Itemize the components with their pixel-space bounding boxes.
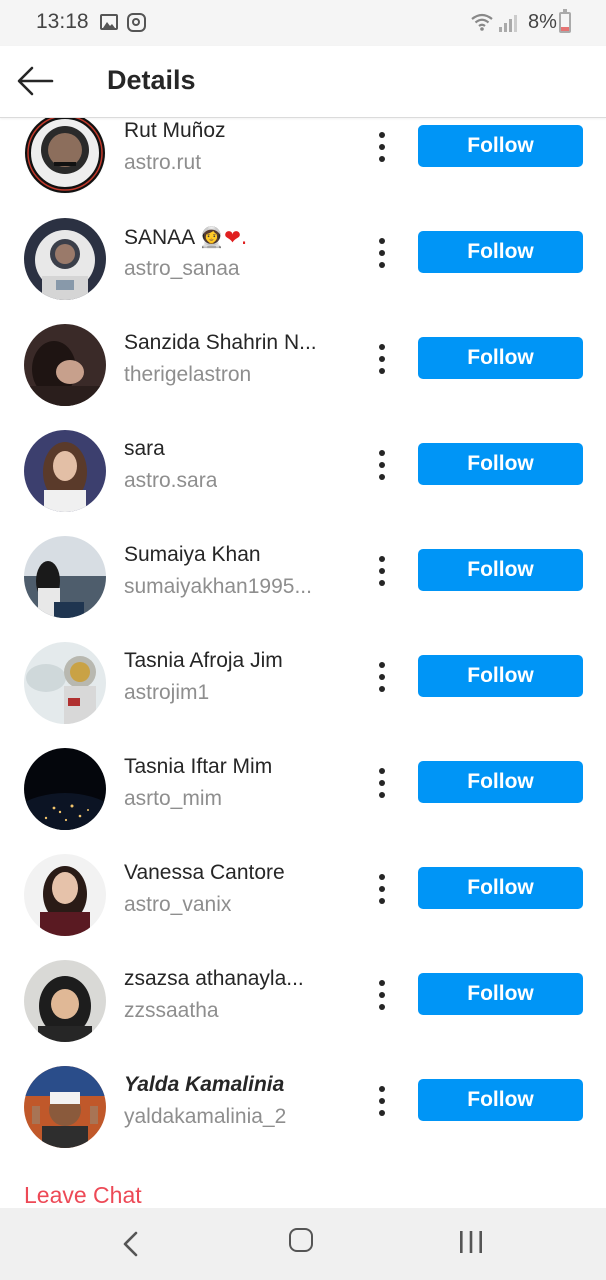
list-item: Tasnia Iftar Mim asrto_mim Follow	[0, 748, 606, 854]
instagram-icon	[127, 13, 146, 32]
nav-back-icon[interactable]	[120, 1230, 142, 1258]
member-username: astro.sara	[124, 469, 218, 492]
gallery-icon	[100, 14, 118, 30]
member-username: yaldakamalinia_2	[124, 1105, 287, 1128]
more-options-icon[interactable]	[372, 344, 392, 374]
members-list: Rut Muñoz astro.rut Follow SANAA 👩‍🚀❤. as…	[0, 118, 606, 1208]
avatar[interactable]	[24, 1066, 106, 1148]
follow-button[interactable]: Follow	[418, 337, 583, 379]
list-item: Rut Muñoz astro.rut Follow	[0, 118, 606, 218]
more-options-icon[interactable]	[372, 450, 392, 480]
emoji-decoration: 👩‍🚀❤.	[199, 225, 248, 249]
leave-chat-button[interactable]: Leave Chat	[24, 1182, 142, 1209]
avatar[interactable]	[24, 218, 106, 300]
avatar[interactable]	[24, 642, 106, 724]
list-item: Tasnia Afroja Jim astrojim1 Follow	[0, 642, 606, 748]
page-title: Details	[107, 65, 196, 95]
avatar[interactable]	[24, 854, 106, 936]
more-options-icon[interactable]	[372, 238, 392, 268]
member-username: astro.rut	[124, 151, 202, 174]
member-name: Sanzida Shahrin N...	[124, 331, 317, 354]
follow-button[interactable]: Follow	[418, 443, 583, 485]
more-options-icon[interactable]	[372, 768, 392, 798]
avatar[interactable]	[24, 748, 106, 830]
member-username: asrto_mim	[124, 787, 223, 810]
list-item: SANAA 👩‍🚀❤. astro_sanaa Follow	[0, 218, 606, 324]
list-item: Vanessa Cantore astro_vanix Follow	[0, 854, 606, 960]
status-bar: 13:18 8%	[0, 0, 606, 46]
member-username: sumaiyakhan1995...	[124, 575, 312, 598]
battery-percentage: 8%	[528, 11, 557, 33]
member-name: Sumaiya Khan	[124, 543, 261, 566]
follow-button[interactable]: Follow	[418, 867, 583, 909]
nav-recent-apps-icon[interactable]	[458, 1230, 484, 1254]
battery-icon	[559, 9, 571, 33]
more-options-icon[interactable]	[372, 132, 392, 162]
member-name: Rut Muñoz	[124, 119, 226, 142]
follow-button[interactable]: Follow	[418, 1079, 583, 1121]
member-username: astro_sanaa	[124, 257, 240, 280]
member-name: zsazsa athanayla...	[124, 967, 304, 990]
signal-icon	[499, 15, 517, 32]
follow-button[interactable]: Follow	[418, 655, 583, 697]
member-name: SANAA 👩‍🚀❤.	[124, 225, 248, 249]
list-item: sara astro.sara Follow	[0, 430, 606, 536]
member-username: therigelastron	[124, 363, 252, 386]
follow-button[interactable]: Follow	[418, 549, 583, 591]
more-options-icon[interactable]	[372, 662, 392, 692]
member-username: zzssaatha	[124, 999, 219, 1022]
member-name: Vanessa Cantore	[124, 861, 285, 884]
more-options-icon[interactable]	[372, 874, 392, 904]
member-name: Yalda Kamalinia	[124, 1073, 285, 1096]
follow-button[interactable]: Follow	[418, 231, 583, 273]
member-username: astrojim1	[124, 681, 210, 704]
follow-button[interactable]: Follow	[418, 973, 583, 1015]
status-time: 13:18	[36, 10, 89, 33]
member-name: Tasnia Afroja Jim	[124, 649, 283, 672]
list-item: Sumaiya Khan sumaiyakhan1995... Follow	[0, 536, 606, 642]
list-item: Sanzida Shahrin N... therigelastron Foll…	[0, 324, 606, 430]
avatar[interactable]	[24, 324, 106, 406]
arrow-left-icon[interactable]	[16, 64, 54, 98]
more-options-icon[interactable]	[372, 980, 392, 1010]
list-item: zsazsa athanayla... zzssaatha Follow	[0, 960, 606, 1066]
more-options-icon[interactable]	[372, 1086, 392, 1116]
avatar[interactable]	[24, 118, 106, 194]
avatar[interactable]	[24, 536, 106, 618]
more-options-icon[interactable]	[372, 556, 392, 586]
list-item: Yalda Kamalinia yaldakamalinia_2 Follow	[0, 1066, 606, 1172]
member-username: astro_vanix	[124, 893, 232, 916]
system-nav-bar	[0, 1208, 606, 1280]
app-header: Details	[0, 46, 606, 118]
follow-button[interactable]: Follow	[418, 761, 583, 803]
member-name: sara	[124, 437, 165, 460]
follow-button[interactable]: Follow	[418, 125, 583, 167]
avatar[interactable]	[24, 430, 106, 512]
nav-home-icon[interactable]	[289, 1228, 313, 1252]
wifi-icon	[471, 13, 493, 31]
avatar[interactable]	[24, 960, 106, 1042]
member-name: Tasnia Iftar Mim	[124, 755, 273, 778]
